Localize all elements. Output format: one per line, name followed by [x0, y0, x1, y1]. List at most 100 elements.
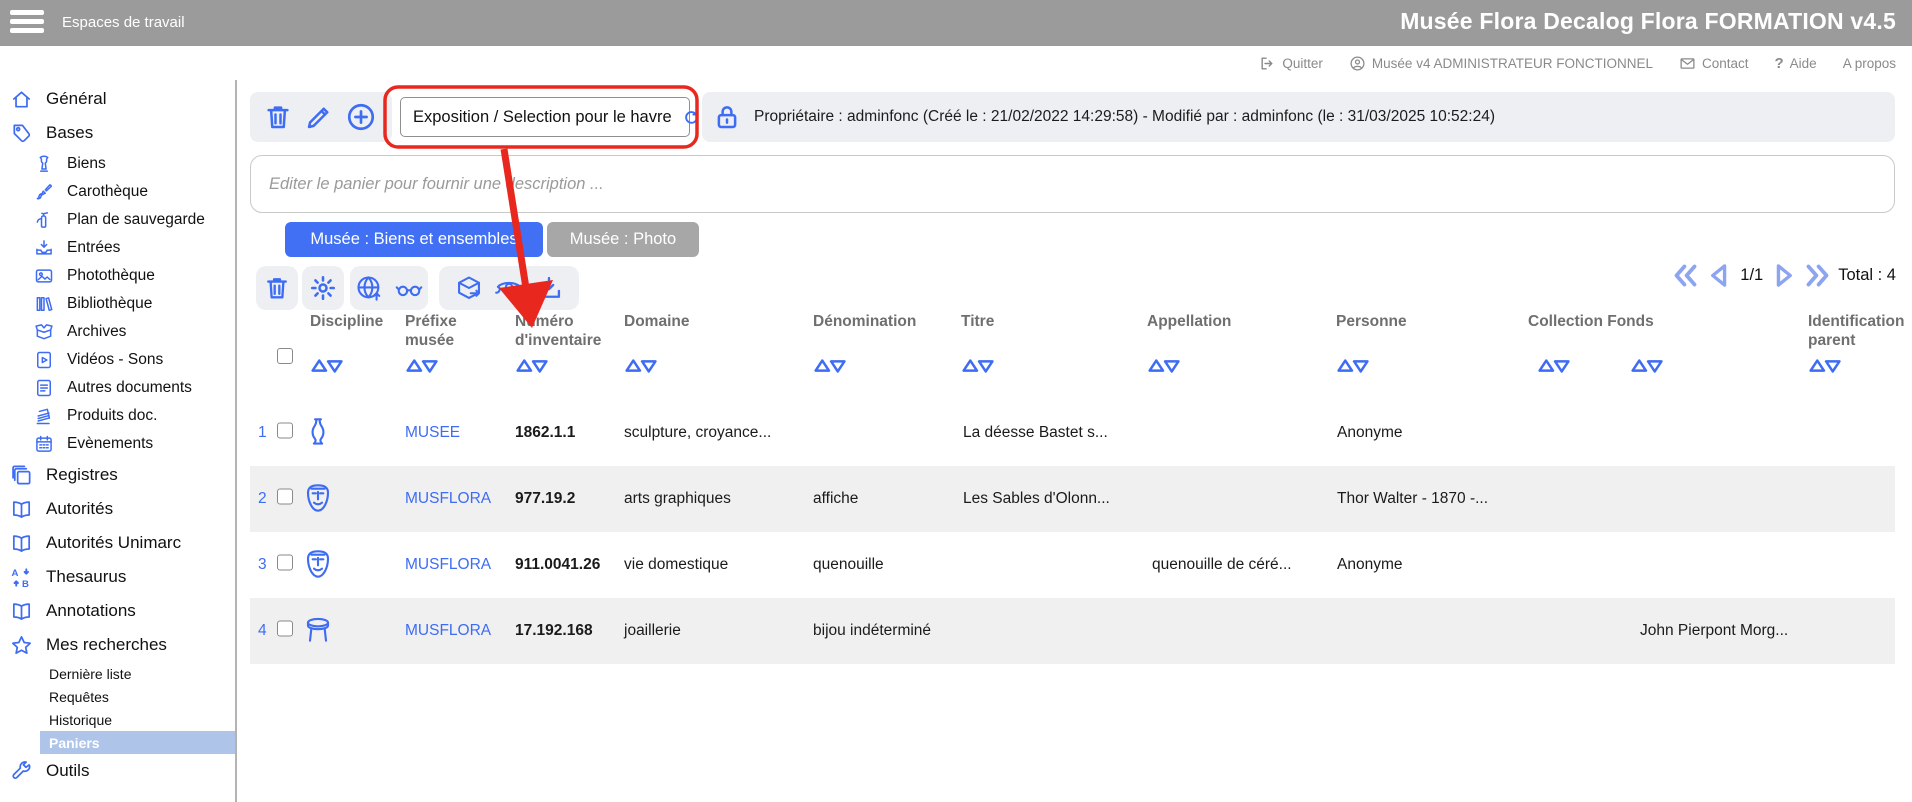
sidebar-item-biens[interactable]: Biens — [0, 150, 235, 178]
row-number-link[interactable]: 3 — [258, 556, 267, 574]
prefix-link[interactable]: MUSFLORA — [405, 490, 491, 508]
sidebar-item-biblioth-que[interactable]: Bibliothèque — [0, 290, 235, 318]
cell-personne: Thor Walter - 1870 -... — [1337, 490, 1489, 507]
select-all-checkbox[interactable] — [277, 348, 293, 364]
sidebar-item-mes-recherches[interactable]: Mes recherches — [0, 628, 235, 662]
stool-discipline-icon — [302, 614, 334, 648]
sort-control[interactable] — [515, 358, 548, 374]
sort-control[interactable] — [1808, 358, 1841, 374]
sidebar-item-entr-es[interactable]: Entrées — [0, 234, 235, 262]
sidebar-item-bases[interactable]: Bases — [0, 116, 235, 150]
sort-control[interactable] — [813, 358, 846, 374]
book-open-icon — [10, 532, 33, 555]
owner-bar: Propriétaire : adminfonc (Créé le : 21/0… — [702, 92, 1895, 142]
sidebar-item-label: Autres documents — [67, 379, 192, 396]
sidebar-item-paniers[interactable]: Paniers — [40, 731, 235, 754]
sort-control[interactable] — [405, 358, 438, 374]
sidebar-item-derni-re-liste[interactable]: Dernière liste — [0, 662, 235, 685]
sidebar-item-g-n-ral[interactable]: Général — [0, 82, 235, 116]
user-icon — [1349, 55, 1366, 72]
sort-control[interactable] — [961, 358, 994, 374]
sidebar-item-thesaurus[interactable]: A B Thesaurus — [0, 560, 235, 594]
sidebar-item-archives[interactable]: Archives — [0, 318, 235, 346]
books-icon — [34, 294, 54, 314]
export-group-button[interactable] — [439, 266, 579, 310]
sidebar-item-registres[interactable]: Registres — [0, 458, 235, 492]
glasses-icon — [395, 274, 423, 302]
sidebar-item-caroth-que[interactable]: Carothèque — [0, 178, 235, 206]
sort-control[interactable] — [1336, 358, 1369, 374]
table-row: 2 MUSFLORA 977.19.2 arts graphiques affiche L… — [250, 466, 1895, 532]
basket-select[interactable]: Exposition / Selection pour le havre — [400, 97, 698, 137]
row-checkbox[interactable] — [277, 620, 293, 637]
help-button[interactable]: ? Aide — [1775, 55, 1817, 72]
last-page-button[interactable] — [1804, 262, 1831, 289]
sidebar-item-vid-os-sons[interactable]: Vidéos - Sons — [0, 346, 235, 374]
sort-control[interactable] — [624, 358, 657, 374]
sort-control[interactable] — [1147, 358, 1180, 374]
sidebar-item-plan-de-sauvegarde[interactable]: Plan de sauvegarde — [0, 206, 235, 234]
quit-button[interactable]: Quitter — [1259, 55, 1323, 72]
sidebar-item-label: Annotations — [46, 601, 136, 620]
sidebar: Général Bases Biens Carothèque Plan de sauve… — [0, 80, 237, 802]
app-title: Musée Flora Decalog Flora FORMATION v4.5 — [1400, 8, 1896, 34]
hamburger-menu-icon[interactable] — [10, 10, 46, 36]
row-checkbox[interactable] — [277, 488, 293, 505]
contact-label: Contact — [1701, 55, 1749, 71]
extinguisher-icon — [34, 210, 54, 230]
thesaurus-icon: AB — [10, 566, 33, 589]
publish-view-button[interactable] — [350, 266, 428, 310]
sort-control[interactable] — [1537, 358, 1570, 374]
row-checkbox[interactable] — [277, 554, 293, 571]
calendar-icon — [34, 434, 54, 454]
delete-basket-button[interactable] — [263, 102, 293, 132]
delete-items-button[interactable] — [256, 266, 298, 310]
cell-domaine: joaillerie — [624, 622, 681, 639]
prefix-link[interactable]: MUSFLORA — [405, 556, 491, 574]
box-open-icon — [34, 322, 54, 342]
sidebar-item-phototh-que[interactable]: Photothèque — [0, 262, 235, 290]
papers-icon — [34, 406, 54, 426]
sidebar-item-historique[interactable]: Historique — [0, 708, 235, 731]
refresh-icon[interactable] — [682, 108, 701, 127]
add-basket-button[interactable] — [345, 101, 377, 133]
lock-icon[interactable] — [712, 102, 742, 132]
sort-control[interactable] — [310, 358, 343, 374]
contact-button[interactable]: Contact — [1679, 55, 1749, 72]
description-input[interactable] — [250, 155, 1895, 213]
tab-biens-et-ensembles[interactable]: Musée : Biens et ensembles — [285, 222, 543, 257]
download-icon — [535, 274, 563, 302]
star-icon — [10, 634, 33, 657]
cell-numero: 977.19.2 — [515, 490, 576, 507]
sidebar-item-ev-nements[interactable]: Evènements — [0, 430, 235, 458]
sidebar-item-annotations[interactable]: Annotations — [0, 594, 235, 628]
first-page-button[interactable] — [1672, 262, 1699, 289]
prev-page-button[interactable] — [1706, 262, 1733, 289]
workspace-label: Espaces de travail — [62, 14, 185, 31]
tab-photo[interactable]: Musée : Photo — [547, 222, 699, 257]
row-number-link[interactable]: 4 — [258, 622, 267, 640]
about-button[interactable]: A propos — [1843, 56, 1896, 71]
sidebar-item-produits-doc-[interactable]: Produits doc. — [0, 402, 235, 430]
mail-icon — [1679, 55, 1696, 72]
sidebar-item-autorit-s-unimarc[interactable]: Autorités Unimarc — [0, 526, 235, 560]
sidebar-item-autres-documents[interactable]: Autres documents — [0, 374, 235, 402]
edit-basket-button[interactable] — [304, 102, 334, 132]
sidebar-item-label: Photothèque — [67, 267, 155, 284]
settings-button[interactable] — [302, 266, 344, 310]
row-number-link[interactable]: 1 — [258, 424, 267, 442]
next-page-button[interactable] — [1770, 262, 1797, 289]
row-checkbox[interactable] — [277, 422, 293, 439]
row-number-link[interactable]: 2 — [258, 490, 267, 508]
registers-icon — [10, 464, 33, 487]
sidebar-item-label: Carothèque — [67, 183, 149, 200]
sort-control[interactable] — [1630, 358, 1663, 374]
sidebar-item-autorit-s[interactable]: Autorités — [0, 492, 235, 526]
table-row: 1 MUSEE 1862.1.1 sculpture, croyance... La d… — [250, 400, 1895, 466]
sidebar-item-requ-tes[interactable]: Requêtes — [0, 685, 235, 708]
prefix-link[interactable]: MUSEE — [405, 424, 460, 442]
user-menu[interactable]: Musée v4 ADMINISTRATEUR FONCTIONNEL — [1349, 55, 1653, 72]
sidebar-item-outils[interactable]: Outils — [0, 754, 235, 788]
prefix-link[interactable]: MUSFLORA — [405, 622, 491, 640]
box-export-icon — [455, 274, 483, 302]
